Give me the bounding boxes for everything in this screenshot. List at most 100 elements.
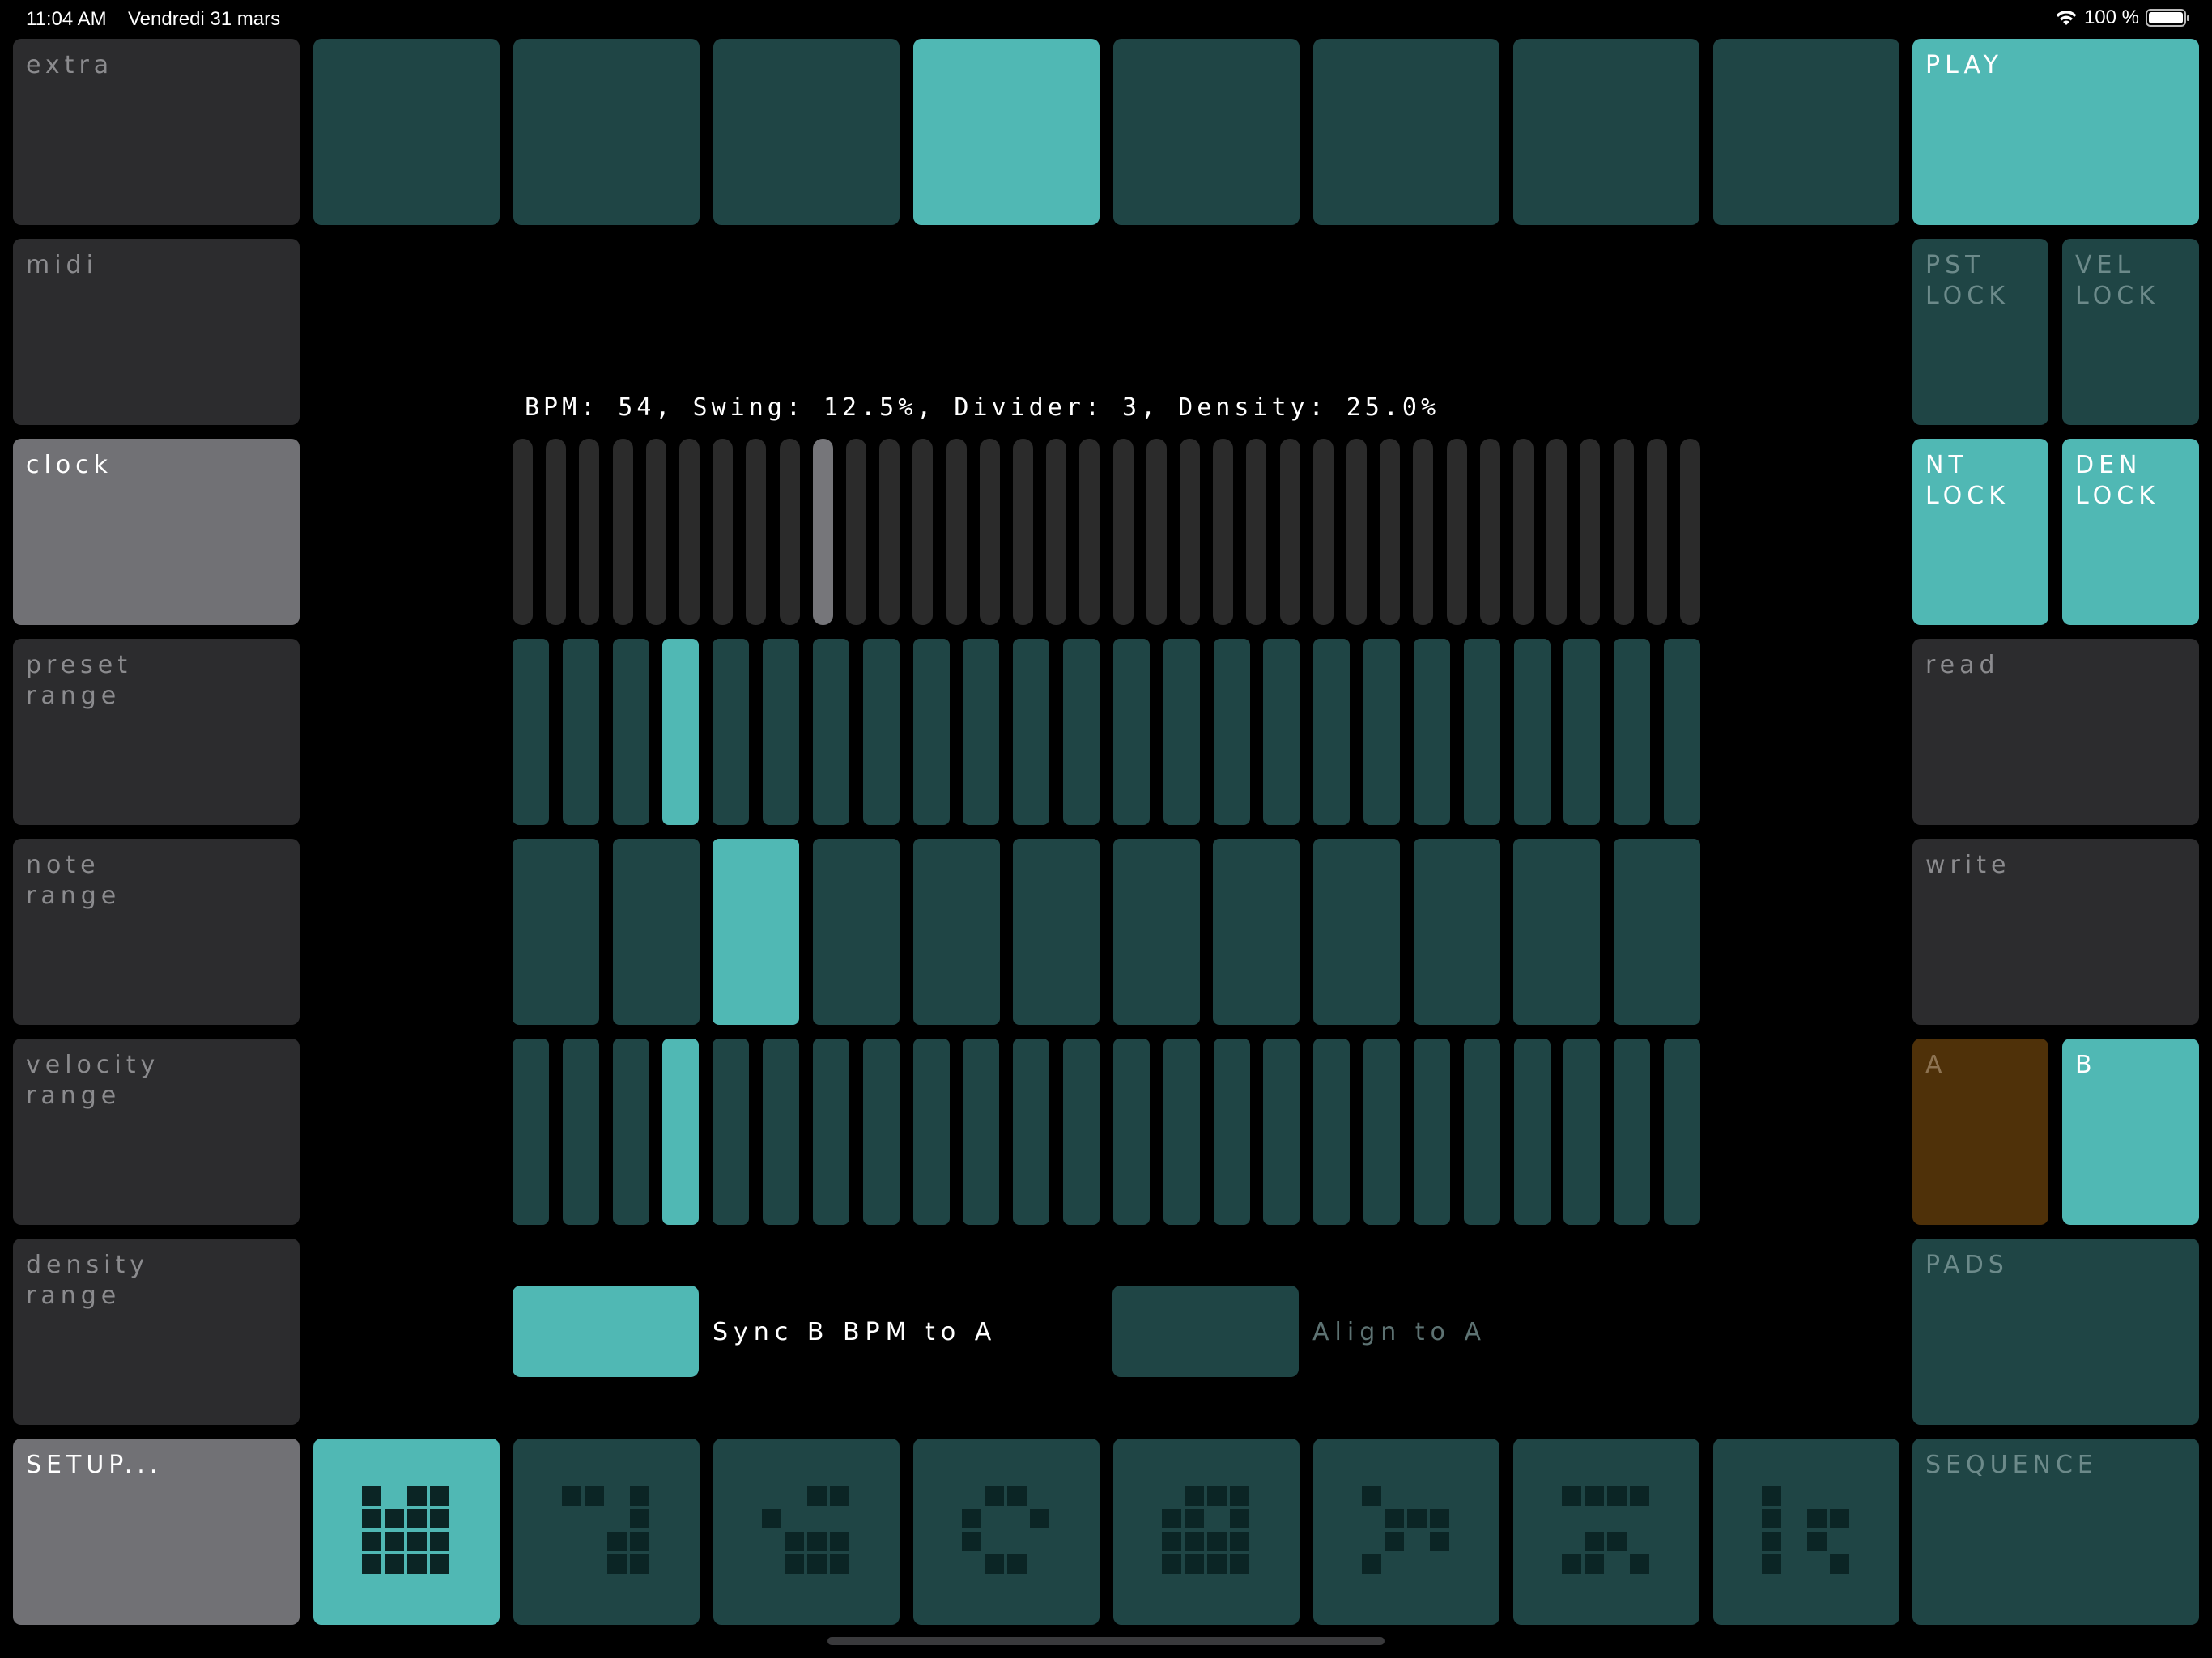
sequence-step-pad[interactable] bbox=[763, 1039, 799, 1225]
note-range-button[interactable]: note range bbox=[13, 839, 300, 1025]
sequence-step-pad[interactable] bbox=[713, 1039, 749, 1225]
sequence-step-pad[interactable] bbox=[713, 639, 749, 825]
sequence-step-pad[interactable] bbox=[662, 1039, 699, 1225]
midi-button[interactable]: midi bbox=[13, 239, 300, 425]
sequence-step-pad[interactable] bbox=[963, 1039, 999, 1225]
velocity-range-label: velocity range bbox=[26, 1051, 160, 1110]
setup-button[interactable]: SETUP... bbox=[13, 1439, 300, 1625]
top-pad-7[interactable] bbox=[1513, 39, 1699, 225]
vel-lock-button[interactable]: VEL LOCK bbox=[2062, 239, 2199, 425]
sequence-step-pad[interactable] bbox=[963, 639, 999, 825]
sequence-button[interactable]: SEQUENCE bbox=[1912, 1439, 2199, 1625]
sequence-step-pad[interactable] bbox=[1614, 839, 1700, 1025]
den-lock-button[interactable]: DEN LOCK bbox=[2062, 439, 2199, 625]
sequence-step-pad[interactable] bbox=[1113, 1039, 1150, 1225]
sequence-step-pad[interactable] bbox=[1414, 839, 1500, 1025]
sequence-step-pad[interactable] bbox=[1614, 1039, 1650, 1225]
sequence-step-pad[interactable] bbox=[913, 639, 950, 825]
sequence-step-pad[interactable] bbox=[1563, 1039, 1600, 1225]
sequence-step-pad[interactable] bbox=[1313, 839, 1400, 1025]
sequence-step-pad[interactable] bbox=[863, 1039, 900, 1225]
sequence-step-pad[interactable] bbox=[1213, 839, 1300, 1025]
preset-range-button[interactable]: preset range bbox=[13, 639, 300, 825]
top-pad-1[interactable] bbox=[313, 39, 500, 225]
sequence-step-pad[interactable] bbox=[813, 639, 849, 825]
sequence-step-pad[interactable] bbox=[1013, 839, 1100, 1025]
sequence-step-pad[interactable] bbox=[513, 839, 599, 1025]
sequence-step-pad[interactable] bbox=[513, 1039, 549, 1225]
top-pad-5[interactable] bbox=[1113, 39, 1300, 225]
sequence-step-pad[interactable] bbox=[1513, 839, 1600, 1025]
top-pad-3[interactable] bbox=[713, 39, 900, 225]
sequence-step-pad[interactable] bbox=[1313, 639, 1350, 825]
sequence-step-pad[interactable] bbox=[913, 1039, 950, 1225]
sequence-step-pad[interactable] bbox=[1614, 639, 1650, 825]
sequence-step-pad[interactable] bbox=[1113, 639, 1150, 825]
sequence-step-pad[interactable] bbox=[1363, 639, 1400, 825]
sequence-step-pad[interactable] bbox=[1363, 1039, 1400, 1225]
sequence-step-pad[interactable] bbox=[662, 639, 699, 825]
sequence-step-pad[interactable] bbox=[513, 639, 549, 825]
pattern-pad-7[interactable] bbox=[1513, 1439, 1699, 1625]
pattern-pad-1[interactable] bbox=[313, 1439, 500, 1625]
sequence-step-pad[interactable] bbox=[1664, 1039, 1700, 1225]
a-button[interactable]: A bbox=[1912, 1039, 2048, 1225]
sequence-step-pad[interactable] bbox=[563, 639, 599, 825]
sequence-step-pad[interactable] bbox=[763, 639, 799, 825]
write-label: write bbox=[1925, 851, 2011, 879]
sequence-step-pad[interactable] bbox=[813, 1039, 849, 1225]
sequence-step-pad[interactable] bbox=[1263, 639, 1300, 825]
pattern-pad-4[interactable] bbox=[913, 1439, 1100, 1625]
sequence-step-pad[interactable] bbox=[813, 839, 900, 1025]
sequence-step-pad[interactable] bbox=[1664, 639, 1700, 825]
density-range-label: density range bbox=[26, 1251, 149, 1310]
top-pad-4[interactable] bbox=[913, 39, 1100, 225]
sequence-step-pad[interactable] bbox=[563, 1039, 599, 1225]
sequence-step-pad[interactable] bbox=[1464, 1039, 1500, 1225]
write-button[interactable]: write bbox=[1912, 839, 2199, 1025]
sequence-step-pad[interactable] bbox=[713, 839, 799, 1025]
sequence-step-pad[interactable] bbox=[1464, 639, 1500, 825]
play-button[interactable]: PLAY bbox=[1912, 39, 2199, 225]
pst-lock-button[interactable]: PST LOCK bbox=[1912, 239, 2048, 425]
pattern-pad-2[interactable] bbox=[513, 1439, 700, 1625]
sequence-step-pad[interactable] bbox=[1514, 1039, 1551, 1225]
sequence-step-pad[interactable] bbox=[1013, 639, 1049, 825]
sequence-step-pad[interactable] bbox=[1013, 1039, 1049, 1225]
sequence-step-pad[interactable] bbox=[1163, 639, 1200, 825]
density-range-button[interactable]: density range bbox=[13, 1239, 300, 1425]
sequence-step-pad[interactable] bbox=[1063, 1039, 1100, 1225]
top-pad-6[interactable] bbox=[1313, 39, 1499, 225]
sequence-step-pad[interactable] bbox=[1063, 639, 1100, 825]
pattern-pad-3[interactable] bbox=[713, 1439, 900, 1625]
sequence-step-pad[interactable] bbox=[863, 639, 900, 825]
sequence-step-pad[interactable] bbox=[613, 839, 700, 1025]
b-button[interactable]: B bbox=[2062, 1039, 2199, 1225]
sequence-step-pad[interactable] bbox=[1563, 639, 1600, 825]
sequence-step-pad[interactable] bbox=[1214, 1039, 1250, 1225]
align-toggle[interactable] bbox=[1112, 1286, 1299, 1377]
extra-button[interactable]: extra bbox=[13, 39, 300, 225]
nt-lock-button[interactable]: NT LOCK bbox=[1912, 439, 2048, 625]
clock-button[interactable]: clock bbox=[13, 439, 300, 625]
pads-button[interactable]: PADS bbox=[1912, 1239, 2199, 1425]
top-pad-2[interactable] bbox=[513, 39, 700, 225]
velocity-range-button[interactable]: velocity range bbox=[13, 1039, 300, 1225]
sequence-step-pad[interactable] bbox=[1414, 639, 1450, 825]
sequence-step-pad[interactable] bbox=[1414, 1039, 1450, 1225]
pattern-pad-8[interactable] bbox=[1713, 1439, 1899, 1625]
pattern-pad-6[interactable] bbox=[1313, 1439, 1499, 1625]
sequence-step-pad[interactable] bbox=[613, 1039, 649, 1225]
sequence-step-pad[interactable] bbox=[1313, 1039, 1350, 1225]
read-button[interactable]: read bbox=[1912, 639, 2199, 825]
sync-bpm-toggle[interactable] bbox=[513, 1286, 699, 1377]
sequence-step-pad[interactable] bbox=[1514, 639, 1551, 825]
top-pad-8[interactable] bbox=[1713, 39, 1899, 225]
sequence-step-pad[interactable] bbox=[1163, 1039, 1200, 1225]
sequence-step-pad[interactable] bbox=[613, 639, 649, 825]
pattern-pad-5[interactable] bbox=[1113, 1439, 1300, 1625]
sequence-step-pad[interactable] bbox=[1214, 639, 1250, 825]
sequence-step-pad[interactable] bbox=[1113, 839, 1200, 1025]
sequence-step-pad[interactable] bbox=[1263, 1039, 1300, 1225]
sequence-step-pad[interactable] bbox=[913, 839, 1000, 1025]
